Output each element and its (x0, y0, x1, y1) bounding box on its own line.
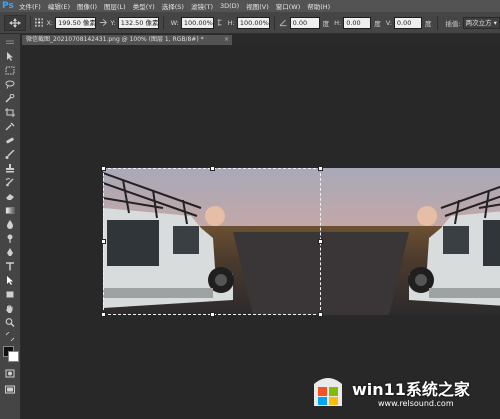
transform-handle-left[interactable] (101, 239, 106, 244)
transform-handle-top-left[interactable] (101, 166, 106, 171)
h-skew-unit: 度 (374, 19, 381, 28)
h-skew-field[interactable]: 0.00 (343, 16, 372, 29)
healing-brush-tool-icon[interactable] (4, 135, 16, 145)
y-position-field[interactable]: 132.50 像素 (117, 16, 159, 29)
interpolation-label: 插值: (445, 19, 461, 28)
quick-mask-icon[interactable] (4, 368, 16, 378)
h-label: H: (227, 18, 235, 27)
menu-type[interactable]: 类型(Y) (133, 1, 155, 11)
height-percent-field[interactable]: 100.00% (236, 16, 271, 29)
transform-handle-bottom-left[interactable] (101, 312, 106, 317)
document-tab[interactable]: 微信截图_20210708142431.png @ 100% (图层 1, RG… (22, 35, 232, 45)
type-tool-icon[interactable] (4, 261, 16, 271)
menu-view[interactable]: 视图(V) (246, 1, 269, 11)
hand-tool-icon[interactable] (4, 303, 16, 313)
angle-unit: 度 (322, 19, 330, 28)
menu-window[interactable]: 窗口(W) (276, 1, 301, 11)
interpolation-select[interactable]: 两次立方 ▾ (462, 16, 500, 29)
clone-stamp-tool-icon[interactable] (4, 163, 16, 173)
transform-handle-bottom[interactable] (210, 312, 215, 317)
h-skew-label: H: (334, 18, 342, 27)
toolbox (0, 34, 21, 419)
background-color-swatch[interactable] (8, 351, 19, 362)
link-icon[interactable] (216, 18, 224, 27)
x-position-field[interactable]: 199.50 像素 (55, 16, 97, 29)
tool-preset-picker[interactable] (4, 14, 27, 31)
move-icon (9, 17, 22, 28)
path-select-tool-icon[interactable] (4, 275, 16, 285)
menu-3d[interactable]: 3D(D) (220, 2, 239, 10)
v-skew-label: V: (385, 18, 392, 27)
transform-handle-right[interactable] (318, 239, 323, 244)
screen-mode-icon[interactable] (4, 384, 16, 394)
shape-tool-icon[interactable] (4, 289, 16, 299)
close-icon[interactable]: × (224, 35, 229, 45)
transform-handle-top[interactable] (210, 166, 215, 171)
rotation-angle-field[interactable]: 0.00 (289, 16, 320, 29)
watermark-title: win11系统之家 (352, 380, 470, 399)
pen-tool-icon[interactable] (4, 247, 16, 257)
document-tab-title: 微信截图_20210708142431.png @ 100% (图层 1, RG… (26, 36, 204, 43)
eraser-tool-icon[interactable] (4, 191, 16, 201)
windows-logo-icon (314, 378, 342, 406)
watermark-url: www.relsound.com (378, 399, 454, 408)
toolbox-collapse[interactable] (4, 38, 16, 48)
transform-bounding-box[interactable] (101, 166, 323, 317)
move-tool-icon[interactable] (4, 51, 16, 61)
brush-tool-icon[interactable] (4, 149, 16, 159)
angle-icon (279, 19, 287, 27)
ps-logo: Ps (2, 0, 14, 11)
lasso-tool-icon[interactable] (4, 79, 16, 89)
menu-select[interactable]: 选择(S) (162, 1, 184, 11)
site-watermark: win11系统之家 www.relsound.com (308, 371, 494, 413)
transform-handle-top-right[interactable] (318, 166, 323, 171)
y-label: Y: (110, 18, 116, 27)
eyedropper-tool-icon[interactable] (4, 121, 16, 131)
menu-edit[interactable]: 编辑(E) (48, 1, 70, 11)
marquee-tool-icon[interactable] (4, 65, 16, 75)
options-bar: X: 199.50 像素 Y: 132.50 像素 W: 100.00% H: … (0, 12, 500, 34)
reference-point-icon[interactable] (35, 18, 44, 27)
transform-handle-bottom-right[interactable] (318, 312, 323, 317)
crop-tool-icon[interactable] (4, 107, 16, 117)
menu-filter[interactable]: 滤镜(T) (191, 1, 213, 11)
menu-help[interactable]: 帮助(H) (307, 1, 330, 11)
history-brush-tool-icon[interactable] (4, 177, 16, 187)
blur-tool-icon[interactable] (4, 219, 16, 229)
zoom-tool-icon[interactable] (4, 317, 16, 327)
interpolation-value: 两次立方 (465, 18, 492, 27)
relative-position-icon[interactable] (99, 18, 108, 27)
photo-layer-right (321, 168, 500, 315)
width-percent-field[interactable]: 100.00% (180, 16, 215, 29)
menu-bar: Ps 文件(F) 编辑(E) 图像(I) 图层(L) 类型(Y) 选择(S) 滤… (0, 0, 500, 12)
x-label: X: (46, 18, 54, 27)
quick-select-tool-icon[interactable] (4, 93, 16, 103)
v-skew-field[interactable]: 0.00 (393, 16, 422, 29)
menu-layer[interactable]: 图层(L) (104, 1, 126, 11)
w-label: W: (170, 18, 179, 27)
menu-image[interactable]: 图像(I) (77, 1, 97, 11)
document-tab-bar: 微信截图_20210708142431.png @ 100% (图层 1, RG… (20, 34, 500, 45)
menu-file[interactable]: 文件(F) (19, 1, 41, 11)
swap-colors-icon[interactable] (4, 331, 16, 341)
v-skew-unit: 度 (424, 19, 432, 28)
dodge-tool-icon[interactable] (4, 233, 16, 243)
gradient-tool-icon[interactable] (4, 205, 16, 215)
